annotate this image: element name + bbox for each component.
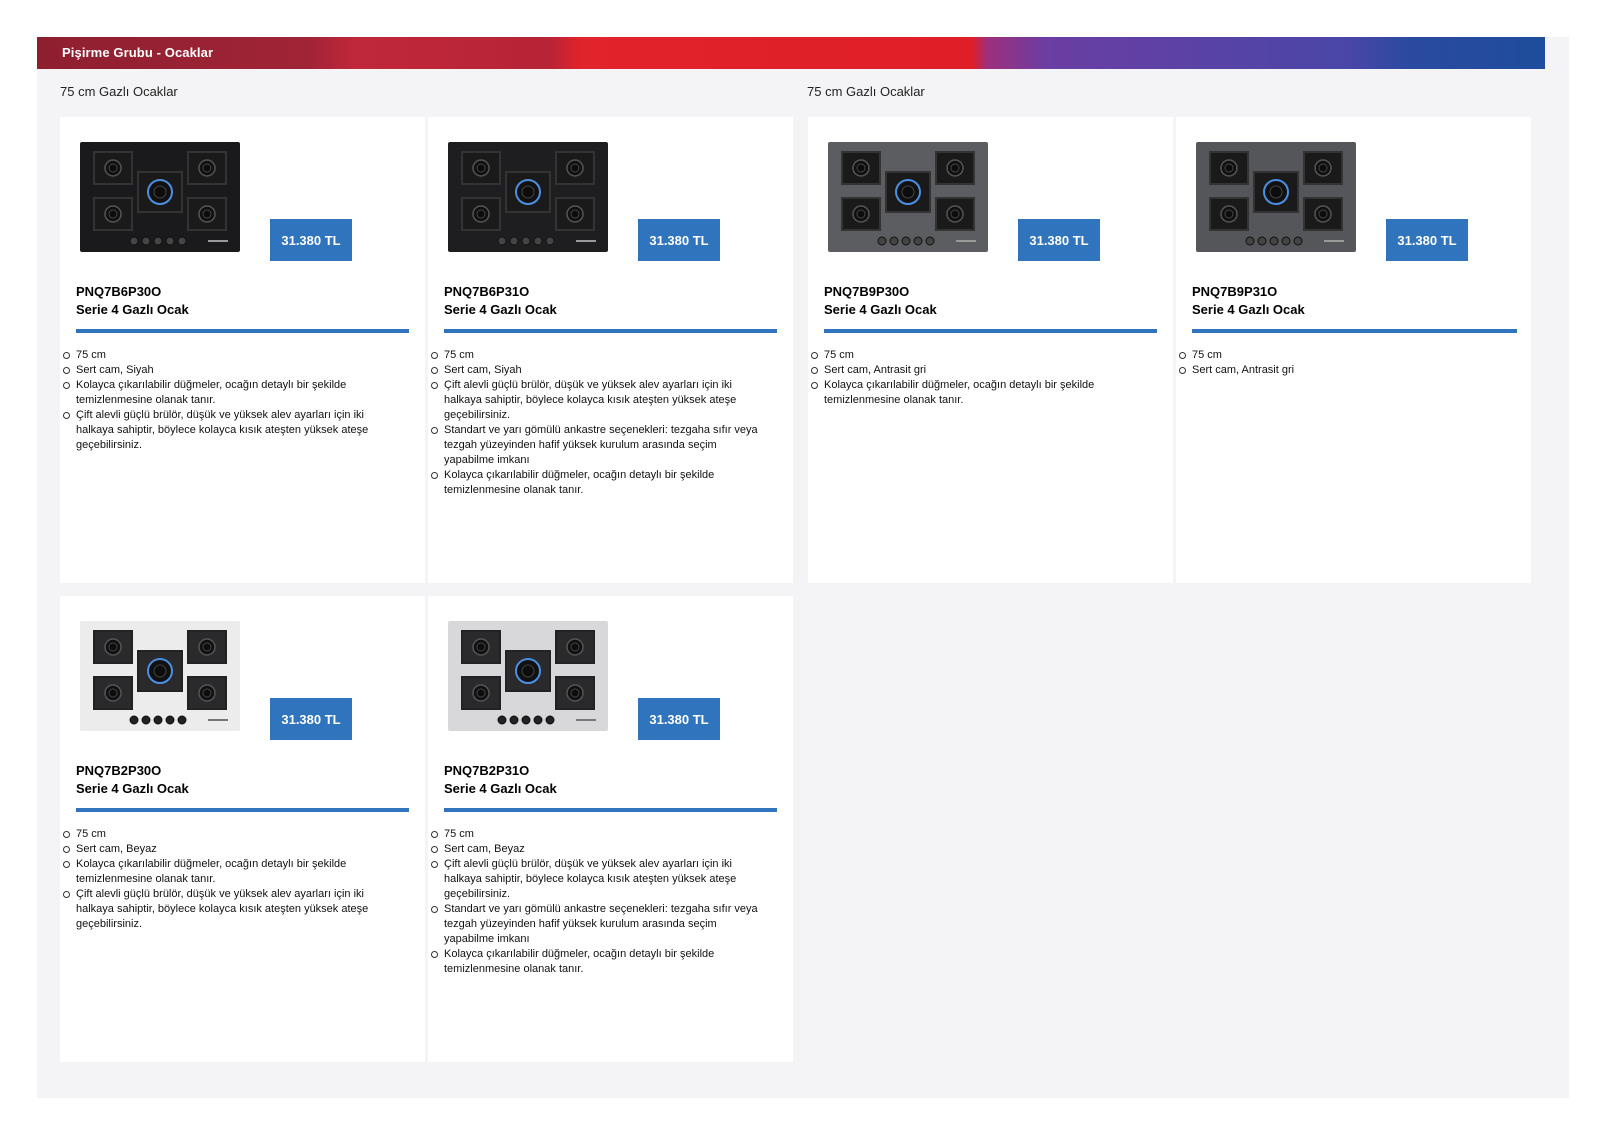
divider	[76, 329, 409, 333]
product-card[interactable]: 31.380 TL PNQ7B9P31O Serie 4 Gazlı Ocak 7…	[1176, 117, 1531, 583]
section-label-left: 75 cm Gazlı Ocaklar	[60, 84, 178, 99]
gas-hob-icon	[828, 142, 988, 252]
feature-item: Standart ve yarı gömülü ankastre seçenek…	[431, 902, 764, 947]
divider	[444, 808, 777, 812]
model-code: PNQ7B6P31O	[444, 284, 530, 299]
gas-hob-icon	[448, 142, 608, 252]
gas-hob-icon	[1196, 142, 1356, 252]
hob-image	[80, 142, 240, 252]
gas-hob-icon	[448, 621, 608, 731]
feature-item: Standart ve yarı gömülü ankastre seçenek…	[431, 423, 764, 468]
divider	[1192, 329, 1517, 333]
gas-hob-icon	[80, 621, 240, 731]
price-badge: 31.380 TL	[638, 698, 720, 740]
feature-item: Kolayca çıkarılabilir düğmeler, ocağın d…	[431, 947, 764, 977]
product-card[interactable]: 31.380 TL PNQ7B2P30O Serie 4 Gazlı Ocak 7…	[60, 596, 425, 1062]
feature-item: Sert cam, Beyaz	[431, 842, 764, 857]
hob-image	[1196, 142, 1356, 252]
model-code: PNQ7B2P31O	[444, 763, 530, 778]
feature-item: 75 cm	[811, 348, 1144, 363]
feature-list: 75 cm Sert cam, Antrasit gri Kolayca çıkar…	[811, 348, 1144, 408]
product-title: PNQ7B9P30O Serie 4 Gazlı Ocak	[824, 283, 937, 319]
feature-item: 75 cm	[63, 827, 396, 842]
price-badge: 31.380 TL	[1386, 219, 1468, 261]
feature-item: Sert cam, Beyaz	[63, 842, 396, 857]
model-code: PNQ7B6P30O	[76, 284, 162, 299]
feature-item: 75 cm	[1179, 348, 1512, 363]
feature-item: 75 cm	[431, 827, 764, 842]
product-name: Serie 4 Gazlı Ocak	[1192, 302, 1305, 317]
product-name: Serie 4 Gazlı Ocak	[76, 781, 189, 796]
gas-hob-icon	[80, 142, 240, 252]
product-title: PNQ7B2P31O Serie 4 Gazlı Ocak	[444, 762, 557, 798]
feature-item: Kolayca çıkarılabilir düğmeler, ocağın d…	[63, 857, 396, 887]
product-name: Serie 4 Gazlı Ocak	[444, 302, 557, 317]
product-title: PNQ7B2P30O Serie 4 Gazlı Ocak	[76, 762, 189, 798]
feature-list: 75 cm Sert cam, Siyah Kolayca çıkarılabili…	[63, 348, 396, 453]
feature-item: Çift alevli güçlü brülör, düşük ve yükse…	[431, 378, 764, 423]
feature-item: Sert cam, Siyah	[431, 363, 764, 378]
divider	[444, 329, 777, 333]
feature-item: Sert cam, Antrasit gri	[811, 363, 1144, 378]
feature-item: Kolayca çıkarılabilir düğmeler, ocağın d…	[63, 378, 396, 408]
model-code: PNQ7B2P30O	[76, 763, 162, 778]
product-name: Serie 4 Gazlı Ocak	[76, 302, 189, 317]
feature-item: Çift alevli güçlü brülör, düşük ve yükse…	[63, 887, 396, 932]
price-badge: 31.380 TL	[270, 698, 352, 740]
product-title: PNQ7B6P30O Serie 4 Gazlı Ocak	[76, 283, 189, 319]
product-title: PNQ7B9P31O Serie 4 Gazlı Ocak	[1192, 283, 1305, 319]
product-card[interactable]: 31.380 TL PNQ7B9P30O Serie 4 Gazlı Ocak 7…	[808, 117, 1173, 583]
price-badge: 31.380 TL	[638, 219, 720, 261]
hob-image	[448, 621, 608, 731]
hob-image	[828, 142, 988, 252]
category-banner: Pişirme Grubu - Ocaklar	[37, 37, 1545, 69]
model-code: PNQ7B9P31O	[1192, 284, 1278, 299]
banner-title: Pişirme Grubu - Ocaklar	[62, 45, 214, 60]
feature-item: 75 cm	[63, 348, 396, 363]
price-badge: 31.380 TL	[1018, 219, 1100, 261]
section-label-right: 75 cm Gazlı Ocaklar	[807, 84, 925, 99]
feature-list: 75 cm Sert cam, Beyaz Çift alevli güçlü br…	[431, 827, 764, 977]
feature-item: 75 cm	[431, 348, 764, 363]
feature-item: Kolayca çıkarılabilir düğmeler, ocağın d…	[811, 378, 1144, 408]
product-title: PNQ7B6P31O Serie 4 Gazlı Ocak	[444, 283, 557, 319]
feature-item: Sert cam, Siyah	[63, 363, 396, 378]
product-name: Serie 4 Gazlı Ocak	[824, 302, 937, 317]
price-badge: 31.380 TL	[270, 219, 352, 261]
feature-list: 75 cm Sert cam, Antrasit gri	[1179, 348, 1512, 378]
feature-list: 75 cm Sert cam, Siyah Çift alevli güçlü br…	[431, 348, 764, 498]
hob-image	[80, 621, 240, 731]
feature-item: Çift alevli güçlü brülör, düşük ve yükse…	[63, 408, 396, 453]
feature-list: 75 cm Sert cam, Beyaz Kolayca çıkarılabili…	[63, 827, 396, 932]
product-card[interactable]: 31.380 TL PNQ7B6P30O Serie 4 Gazlı Ocak 7…	[60, 117, 425, 583]
feature-item: Sert cam, Antrasit gri	[1179, 363, 1512, 378]
hob-image	[448, 142, 608, 252]
model-code: PNQ7B9P30O	[824, 284, 910, 299]
feature-item: Çift alevli güçlü brülör, düşük ve yükse…	[431, 857, 764, 902]
divider	[76, 808, 409, 812]
product-card[interactable]: 31.380 TL PNQ7B6P31O Serie 4 Gazlı Ocak 7…	[428, 117, 793, 583]
product-name: Serie 4 Gazlı Ocak	[444, 781, 557, 796]
divider	[824, 329, 1157, 333]
product-card[interactable]: 31.380 TL PNQ7B2P31O Serie 4 Gazlı Ocak 7…	[428, 596, 793, 1062]
feature-item: Kolayca çıkarılabilir düğmeler, ocağın d…	[431, 468, 764, 498]
